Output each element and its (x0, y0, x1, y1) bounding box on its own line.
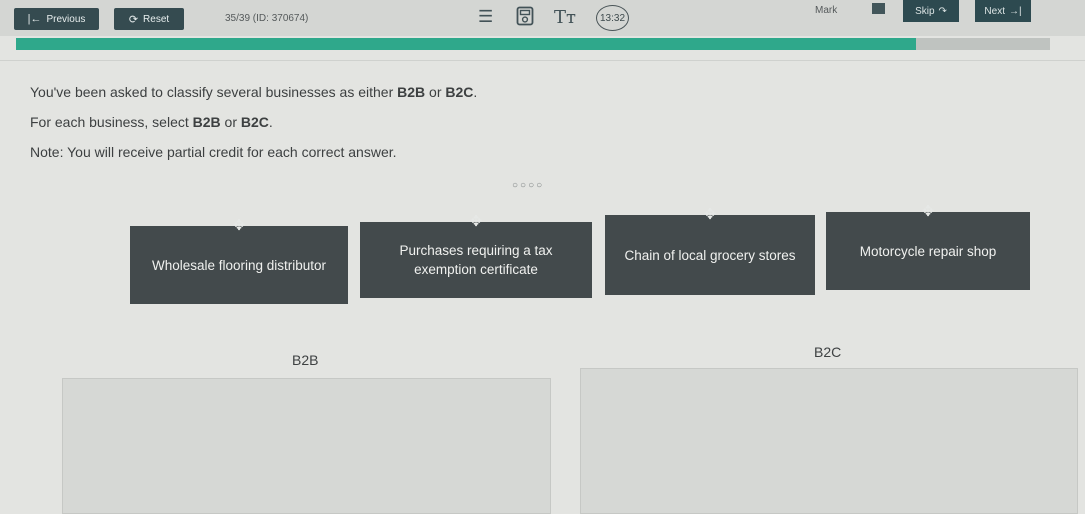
skip-icon: ↷ (938, 5, 947, 17)
instruction-or: or (220, 114, 241, 130)
move-icon: ✥ (921, 203, 935, 220)
skip-button[interactable]: Skip ↷ (903, 0, 959, 22)
instruction-line-2: For each business, select B2B or B2C. (30, 114, 273, 130)
progress-bar (16, 38, 1050, 50)
top-toolbar: |← Previous ⟳ Reset 35/39 (ID: 370674) ☰… (0, 0, 1085, 36)
instruction-note: Note: You will receive partial credit fo… (30, 144, 397, 160)
card-label: Wholesale flooring distributor (151, 257, 327, 273)
calculator-icon[interactable] (516, 6, 534, 31)
previous-label: Previous (46, 13, 86, 25)
instruction-period: . (268, 114, 273, 130)
instruction-b2b: B2B (397, 84, 426, 100)
category-label-b2b: B2B (292, 352, 319, 368)
mark-label: Mark (815, 5, 838, 16)
instruction-text: For each business, select (30, 114, 193, 130)
instruction-period: . (473, 84, 478, 100)
list-icon[interactable]: ☰ (478, 7, 493, 27)
previous-button[interactable]: |← Previous (14, 8, 99, 30)
mark-checkbox[interactable] (872, 3, 885, 14)
next-label: Next (984, 5, 1005, 17)
instruction-text: You've been asked to classify several bu… (30, 84, 398, 100)
skip-label: Skip (915, 5, 935, 17)
next-icon: →| (1008, 5, 1022, 17)
instruction-line-1: You've been asked to classify several bu… (30, 84, 477, 100)
move-icon: ✥ (703, 206, 717, 223)
instruction-b2b: B2B (192, 114, 221, 130)
instruction-b2c: B2C (240, 114, 269, 130)
move-icon: ✥ (232, 217, 246, 234)
reset-button[interactable]: ⟳ Reset (114, 8, 184, 30)
progress-fill (16, 38, 916, 50)
next-button[interactable]: Next →| (975, 0, 1031, 22)
reset-label: Reset (143, 13, 170, 25)
text-size-icon[interactable]: Tт (554, 7, 576, 28)
card-label: Chain of local grocery stores (624, 247, 796, 263)
divider (0, 60, 1085, 61)
reset-icon: ⟳ (128, 13, 139, 26)
drag-card-motorcycle-repair[interactable]: ✥ Motorcycle repair shop (826, 203, 1030, 290)
category-label-b2c: B2C (814, 344, 842, 360)
pager-dots: ○○○○ (512, 180, 545, 191)
drop-zone-b2c[interactable] (580, 368, 1078, 514)
drag-card-grocery-stores[interactable]: ✥ Chain of local grocery stores (605, 206, 815, 295)
question-id: 35/39 (ID: 370674) (225, 13, 309, 24)
card-label: Purchases requiring a tax exemption cert… (399, 243, 553, 277)
instruction-or: or (425, 84, 446, 100)
move-icon: ✥ (469, 213, 483, 230)
drag-card-tax-exemption[interactable]: ✥ Purchases requiring a tax exemption ce… (360, 213, 592, 298)
timer: 13:32 (596, 5, 629, 31)
previous-icon: |← (27, 13, 42, 25)
drop-zone-b2b[interactable] (62, 378, 551, 514)
instruction-b2c: B2C (445, 84, 474, 100)
drag-card-wholesale-flooring[interactable]: ✥ Wholesale flooring distributor (130, 217, 348, 304)
card-label: Motorcycle repair shop (859, 243, 997, 259)
